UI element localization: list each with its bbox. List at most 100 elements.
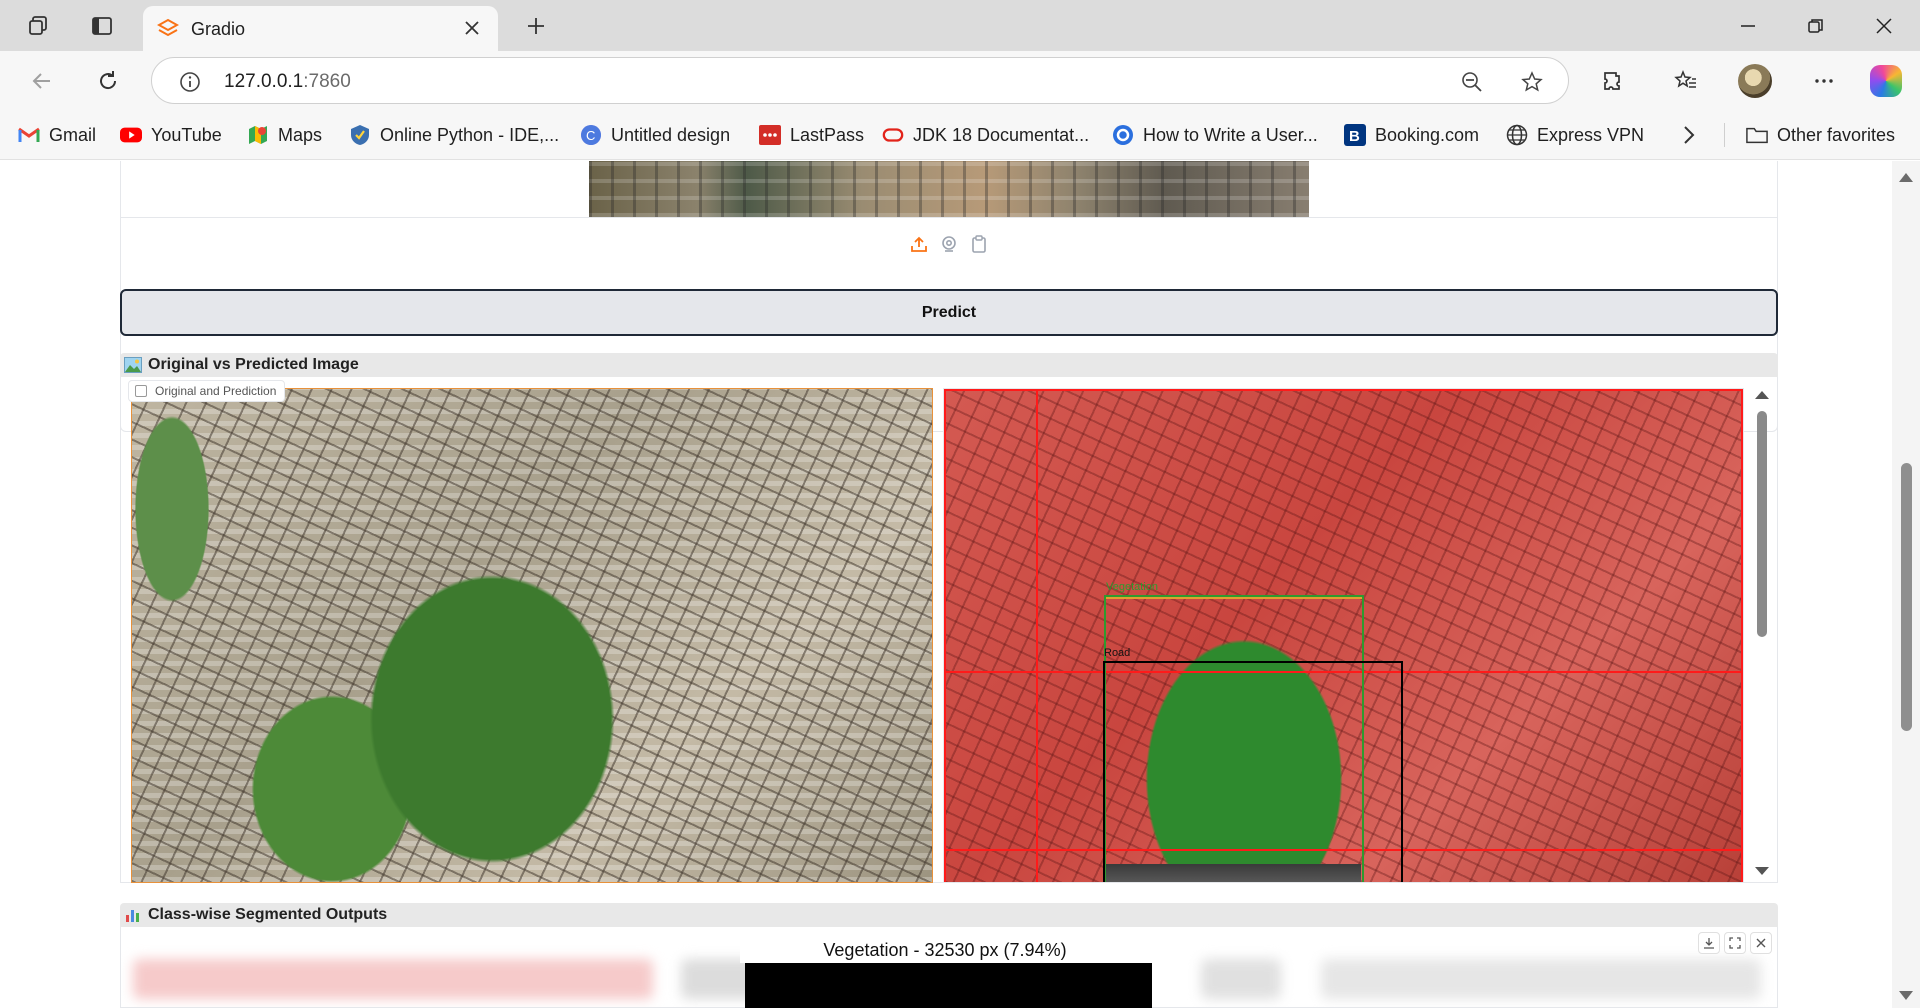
site-info-icon[interactable] (176, 68, 204, 96)
bookmark-label: Booking.com (1375, 124, 1480, 145)
bookmark-label: Express VPN (1537, 124, 1645, 145)
address-bar[interactable]: 127.0.0.1:7860 (151, 57, 1569, 104)
webcam-icon[interactable] (939, 234, 959, 254)
favorite-star-icon[interactable] (1518, 68, 1546, 96)
upload-icon[interactable] (909, 234, 929, 254)
section-title: Original vs Predicted Image (148, 356, 359, 373)
gallery-scroll-thumb[interactable] (1757, 411, 1767, 637)
vegetation-box-label: Vegetation (1106, 581, 1158, 593)
divider (121, 217, 1777, 218)
predicted-image[interactable]: Vegetation Road (943, 388, 1744, 883)
section-header-original-vs-predicted: Original vs Predicted Image (120, 353, 1778, 377)
close-tab-icon[interactable] (460, 16, 484, 40)
refresh-icon[interactable] (90, 63, 126, 99)
gallery-scrollbar[interactable] (1752, 387, 1772, 881)
bookmarks-divider (1724, 123, 1725, 147)
input-image-preview (589, 161, 1309, 217)
bookmark-label: How to Write a User... (1143, 124, 1318, 145)
other-favorites-label: Other favorites (1777, 124, 1896, 145)
python-icon (349, 124, 371, 146)
gallery-label-text: Original and Prediction (155, 384, 277, 398)
tab-actions-icon[interactable] (86, 10, 118, 42)
bookmark-gmail[interactable]: Gmail (18, 121, 96, 149)
close-icon[interactable] (1750, 932, 1772, 954)
page-scroll-thumb[interactable] (1901, 463, 1912, 731)
original-image[interactable] (131, 388, 933, 883)
segment-preview (133, 959, 653, 999)
gradio-app: Predict Original vs Predicted Image Orig… (0, 161, 1892, 1008)
segment-mask-image (745, 963, 1152, 1008)
bookmark-label: Online Python - IDE,... (380, 124, 560, 145)
globe-icon (1506, 124, 1528, 146)
page-scrollbar[interactable] (1892, 161, 1920, 1008)
bookmark-label: Maps (278, 124, 323, 145)
workspaces-icon[interactable] (22, 10, 54, 42)
chart-icon (124, 907, 142, 923)
tab-title: Gradio (191, 19, 246, 39)
bookmark-label: JDK 18 Documentat... (913, 124, 1090, 145)
svg-text:B: B (1349, 128, 1360, 145)
scroll-up-icon[interactable] (1755, 391, 1769, 399)
close-window-icon[interactable] (1864, 8, 1904, 44)
back-icon[interactable] (24, 63, 60, 99)
gallery-icon (135, 385, 147, 397)
bookmark-jdk-docs[interactable]: JDK 18 Documentat... (882, 121, 1089, 149)
clipboard-icon[interactable] (969, 234, 989, 254)
bookmark-label: YouTube (151, 124, 222, 145)
predict-button[interactable]: Predict (120, 289, 1778, 336)
image-icon (124, 357, 142, 373)
url-port: :7860 (303, 71, 351, 92)
more-bookmarks-chevron-icon[interactable] (1682, 121, 1696, 149)
maps-icon (247, 124, 269, 146)
section-title: Class-wise Segmented Outputs (148, 906, 388, 923)
bookmark-online-python[interactable]: Online Python - IDE,... (349, 121, 559, 149)
restore-icon[interactable] (1796, 8, 1836, 44)
more-menu-icon[interactable] (1806, 63, 1842, 99)
road-box-label: Road (1104, 647, 1131, 659)
download-icon[interactable] (1698, 932, 1720, 954)
fullscreen-icon[interactable] (1724, 932, 1746, 954)
bookmark-express-vpn[interactable]: Express VPN (1506, 121, 1644, 149)
bookmark-lastpass[interactable]: LastPass (759, 121, 864, 149)
gallery-label: Original and Prediction (128, 380, 286, 402)
bookmark-how-to-write[interactable]: How to Write a User... (1112, 121, 1318, 149)
minimize-icon[interactable] (1728, 8, 1768, 44)
other-favorites[interactable]: Other favorites (1746, 121, 1895, 149)
bookmark-label: LastPass (790, 124, 865, 145)
upload-source-toolbar (909, 234, 989, 254)
page-viewport: Predict Original vs Predicted Image Orig… (0, 161, 1920, 1008)
booking-icon: B (1344, 124, 1366, 146)
favorites-icon[interactable] (1668, 63, 1704, 99)
bookmarks-bar: Gmail YouTube Maps Online Python - IDE,.… (0, 110, 1920, 160)
bookmark-label: Gmail (49, 124, 97, 145)
road-strip (1106, 864, 1361, 882)
segment-caption: Vegetation - 32530 px (7.94%) (740, 937, 1150, 963)
bookmark-booking[interactable]: B Booking.com (1344, 121, 1479, 149)
new-tab-button[interactable] (520, 10, 552, 42)
url-text[interactable]: 127.0.0.1:7860 (224, 71, 351, 93)
bookmark-youtube[interactable]: YouTube (120, 121, 222, 149)
bookmark-label: Untitled design (611, 124, 731, 145)
bookmark-maps[interactable]: Maps (247, 121, 322, 149)
copilot-icon[interactable] (1870, 65, 1902, 97)
canva-icon: C (580, 124, 602, 146)
scroll-down-icon[interactable] (1755, 867, 1769, 875)
scroll-up-icon[interactable] (1899, 173, 1913, 182)
browser-toolbar: 127.0.0.1:7860 (0, 51, 1920, 110)
svg-text:C: C (586, 128, 595, 143)
folder-icon (1746, 124, 1768, 146)
profile-avatar[interactable] (1738, 64, 1772, 98)
oracle-icon (882, 124, 904, 146)
browser-titlebar: Gradio (0, 0, 1920, 51)
scroll-down-icon[interactable] (1899, 991, 1913, 1000)
vegetation-box-accent (1106, 597, 1362, 599)
bookmark-untitled-design[interactable]: C Untitled design (580, 121, 730, 149)
segment-preview (1201, 959, 1281, 999)
gmail-icon (18, 124, 40, 146)
road-box (1103, 661, 1403, 882)
zoom-out-icon[interactable] (1458, 68, 1486, 96)
extensions-icon[interactable] (1595, 63, 1631, 99)
url-host: 127.0.0.1 (224, 71, 304, 92)
browser-tab-gradio[interactable]: Gradio (143, 6, 498, 51)
section-header-class-wise: Class-wise Segmented Outputs (120, 903, 1778, 927)
